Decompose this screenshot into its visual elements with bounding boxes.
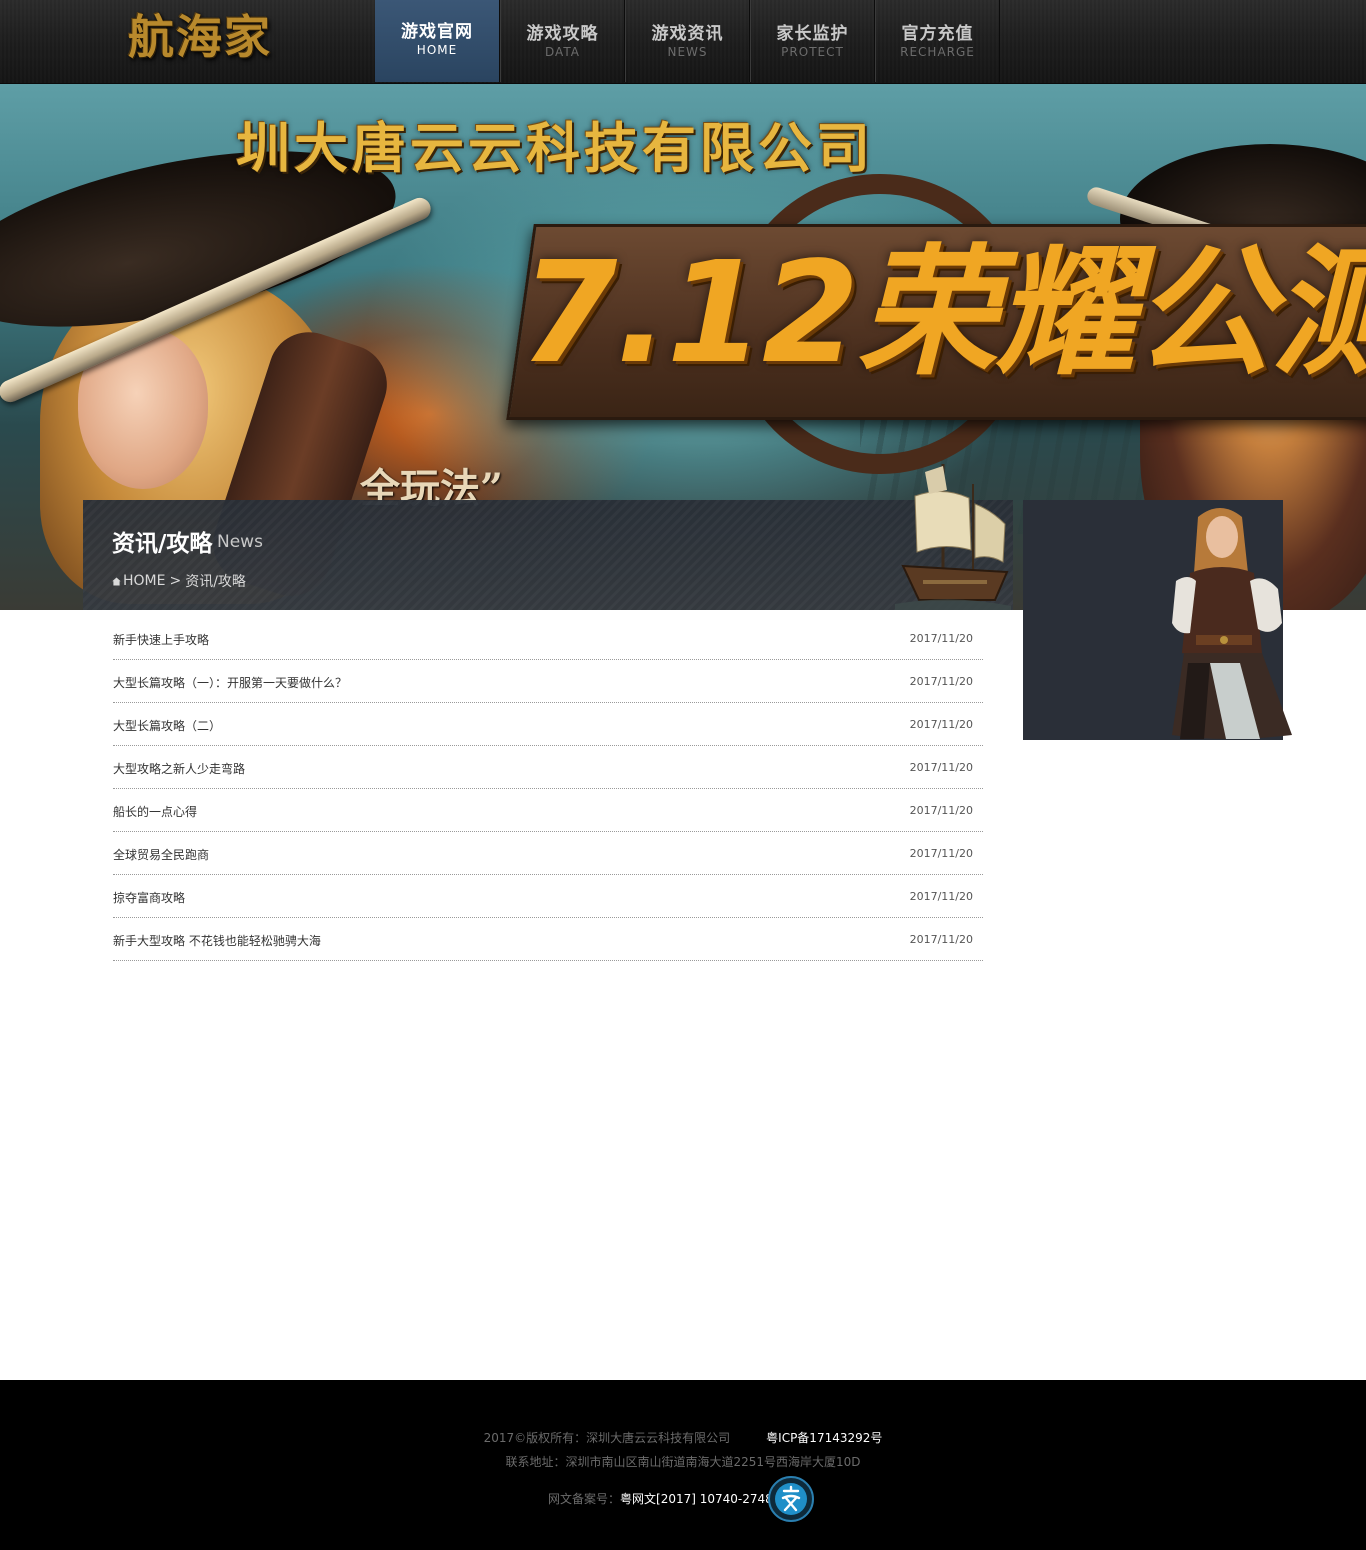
site-logo[interactable]: 航海家	[128, 6, 318, 72]
news-date: 2017/11/20	[909, 933, 973, 946]
list-item[interactable]: 大型长篇攻略（二） 2017/11/20	[113, 703, 983, 746]
nav-label-cn: 家长监护	[776, 24, 849, 44]
footer-copyright-line: 2017©版权所有：深圳大唐云云科技有限公司 粤ICP备17143292号	[0, 1429, 1366, 1446]
news-date: 2017/11/20	[909, 847, 973, 860]
news-title[interactable]: 新手大型攻略 不花钱也能轻松驰骋大海	[113, 932, 321, 949]
news-title[interactable]: 大型攻略之新人少走弯路	[113, 760, 245, 777]
list-item[interactable]: 新手大型攻略 不花钱也能轻松驰骋大海 2017/11/20	[113, 918, 983, 961]
breadcrumb-current[interactable]: 资讯/攻略	[185, 571, 246, 591]
nav-item-recharge[interactable]: 官方充值 RECHARGE	[875, 0, 1000, 82]
list-item[interactable]: 大型长篇攻略（一）：开服第一天要做什么？ 2017/11/20	[113, 660, 983, 703]
site-header: 航海家 游戏官网 HOME 游戏攻略 DATA 游戏资讯 NEWS 家长监护 P…	[0, 0, 1366, 85]
nav-label-cn: 游戏资讯	[651, 24, 724, 44]
list-item[interactable]: 船长的一点心得 2017/11/20	[113, 789, 983, 832]
news-title[interactable]: 大型长篇攻略（二）	[113, 717, 221, 734]
news-date: 2017/11/20	[909, 890, 973, 903]
breadcrumb-home-link[interactable]: HOME	[123, 573, 165, 589]
nav-item-news[interactable]: 游戏资讯 NEWS	[625, 0, 750, 82]
breadcrumb-separator: >	[169, 573, 182, 589]
nav-label-cn: 官方充值	[901, 24, 974, 44]
home-icon	[112, 577, 121, 586]
news-title[interactable]: 大型长篇攻略（一）：开服第一天要做什么？	[113, 674, 347, 691]
nav-item-protect[interactable]: 家长监护 PROTECT	[750, 0, 875, 82]
site-footer: 2017©版权所有：深圳大唐云云科技有限公司 粤ICP备17143292号 联系地…	[0, 1380, 1366, 1550]
footer-wenhao-line: 网文备案号：粤网文[2017] 10740-2748号	[548, 1490, 785, 1507]
pirate-woman-illustration	[1172, 508, 1292, 739]
nav-label-en: RECHARGE	[900, 45, 975, 59]
news-date: 2017/11/20	[909, 761, 973, 774]
wenhua-badge-icon[interactable]	[768, 1476, 814, 1522]
list-item[interactable]: 新手快速上手攻略 2017/11/20	[113, 617, 983, 660]
nav-item-data[interactable]: 游戏攻略 DATA	[500, 0, 625, 82]
section-title: 资讯/攻略	[112, 531, 213, 557]
footer-wenhao-label: 网文备案号：	[548, 1492, 621, 1506]
sailing-ship-illustration	[895, 464, 1011, 610]
news-date: 2017/11/20	[909, 718, 973, 731]
news-title[interactable]: 全球贸易全民跑商	[113, 846, 209, 863]
news-title[interactable]: 掠夺富商攻略	[113, 889, 185, 906]
news-date: 2017/11/20	[909, 804, 973, 817]
news-title[interactable]: 新手快速上手攻略	[113, 631, 209, 648]
footer-icp-link[interactable]: 粤ICP备17143292号	[766, 1431, 882, 1445]
nav-label-en: DATA	[545, 45, 580, 59]
section-title-en: News	[217, 532, 263, 552]
news-list: 新手快速上手攻略 2017/11/20 大型长篇攻略（一）：开服第一天要做什么？…	[113, 617, 983, 961]
footer-address: 联系地址：深圳市南山区南山街道南海大道2251号西海岸大厦10D	[505, 1455, 861, 1469]
breadcrumb: HOME > 资讯/攻略	[112, 571, 246, 591]
footer-wenhao-link[interactable]: 粤网文[2017] 10740-2748号	[620, 1492, 785, 1506]
list-item[interactable]: 全球贸易全民跑商 2017/11/20	[113, 832, 983, 875]
news-title[interactable]: 船长的一点心得	[113, 803, 197, 820]
banner-company-text: 圳大唐云云科技有限公司	[236, 116, 874, 180]
list-item[interactable]: 掠夺富商攻略 2017/11/20	[113, 875, 983, 918]
nav-item-home[interactable]: 游戏官网 HOME	[375, 0, 500, 82]
footer-copyright: 2017©版权所有：深圳大唐云云科技有限公司	[483, 1431, 731, 1445]
section-header: 资讯/攻略 News HOME > 资讯/攻略	[83, 464, 1013, 610]
main-nav: 游戏官网 HOME 游戏攻略 DATA 游戏资讯 NEWS 家长监护 PROTE…	[375, 0, 1000, 82]
nav-label-cn: 游戏官网	[401, 22, 473, 42]
banner-headline: 7.12荣耀公测	[520, 232, 1366, 395]
nav-label-cn: 游戏攻略	[526, 24, 599, 44]
list-item[interactable]: 大型攻略之新人少走弯路 2017/11/20	[113, 746, 983, 789]
news-date: 2017/11/20	[909, 675, 973, 688]
nav-label-en: HOME	[416, 43, 458, 57]
nav-label-en: PROTECT	[781, 45, 844, 59]
nav-label-en: NEWS	[667, 45, 708, 59]
news-date: 2017/11/20	[909, 632, 973, 645]
